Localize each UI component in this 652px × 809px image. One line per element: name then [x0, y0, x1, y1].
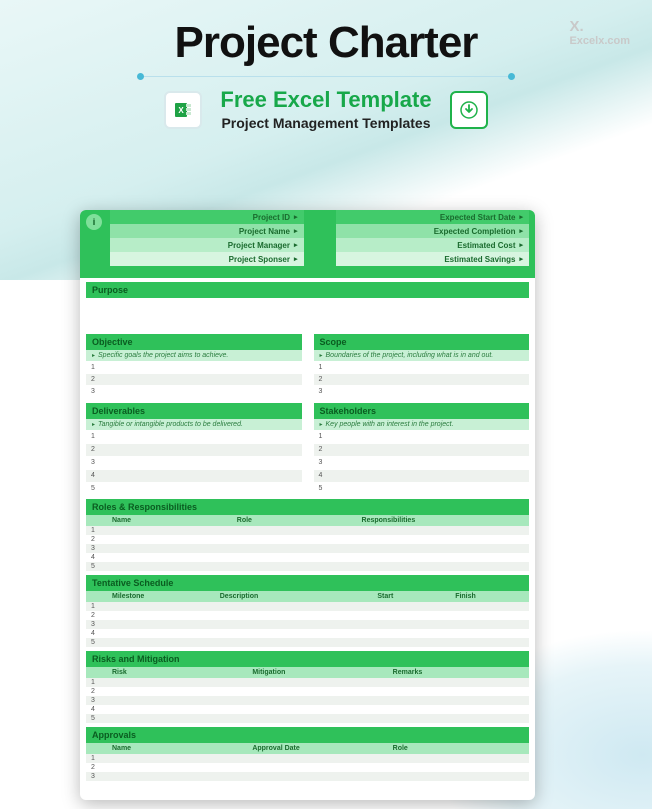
- section-risks: Risks and Mitigation RiskMitigationRemar…: [86, 651, 529, 723]
- template-preview: i Project ID▸ Project Name▸ Project Mana…: [80, 210, 535, 800]
- subtitle: Free Excel Template: [220, 89, 431, 111]
- field-project-id: Project ID▸: [110, 210, 304, 224]
- section-objective: Objective ▸Specific goals the project ai…: [86, 334, 302, 397]
- field-start-date: Expected Start Date▸: [336, 210, 530, 224]
- field-cost: Estimated Cost▸: [336, 238, 530, 252]
- field-project-sponsor: Project Sponser▸: [110, 252, 304, 266]
- excel-icon: X: [164, 91, 202, 129]
- section-stakeholders: Stakeholders ▸Key people with an interes…: [314, 403, 530, 495]
- info-icon: i: [86, 214, 102, 230]
- section-schedule: Tentative Schedule MilestoneDescriptionS…: [86, 575, 529, 647]
- header-fields-left: Project ID▸ Project Name▸ Project Manage…: [110, 210, 304, 266]
- section-approvals: Approvals NameApproval DateRole 1 2 3: [86, 727, 529, 781]
- tagline: Project Management Templates: [220, 115, 431, 131]
- section-deliverables: Deliverables ▸Tangible or intangible pro…: [86, 403, 302, 495]
- field-savings: Estimated Savings▸: [336, 252, 530, 266]
- download-icon[interactable]: [450, 91, 488, 129]
- field-project-name: Project Name▸: [110, 224, 304, 238]
- section-scope: Scope ▸Boundaries of the project, includ…: [314, 334, 530, 397]
- divider: [141, 76, 511, 77]
- field-completion: Expected Completion▸: [336, 224, 530, 238]
- header-fields-right: Expected Start Date▸ Expected Completion…: [336, 210, 530, 266]
- section-roles: Roles & Responsibilities NameRoleRespons…: [86, 499, 529, 571]
- svg-text:X: X: [179, 106, 185, 115]
- page-title: Project Charter: [0, 18, 652, 68]
- field-project-manager: Project Manager▸: [110, 238, 304, 252]
- section-purpose: Purpose: [86, 282, 529, 328]
